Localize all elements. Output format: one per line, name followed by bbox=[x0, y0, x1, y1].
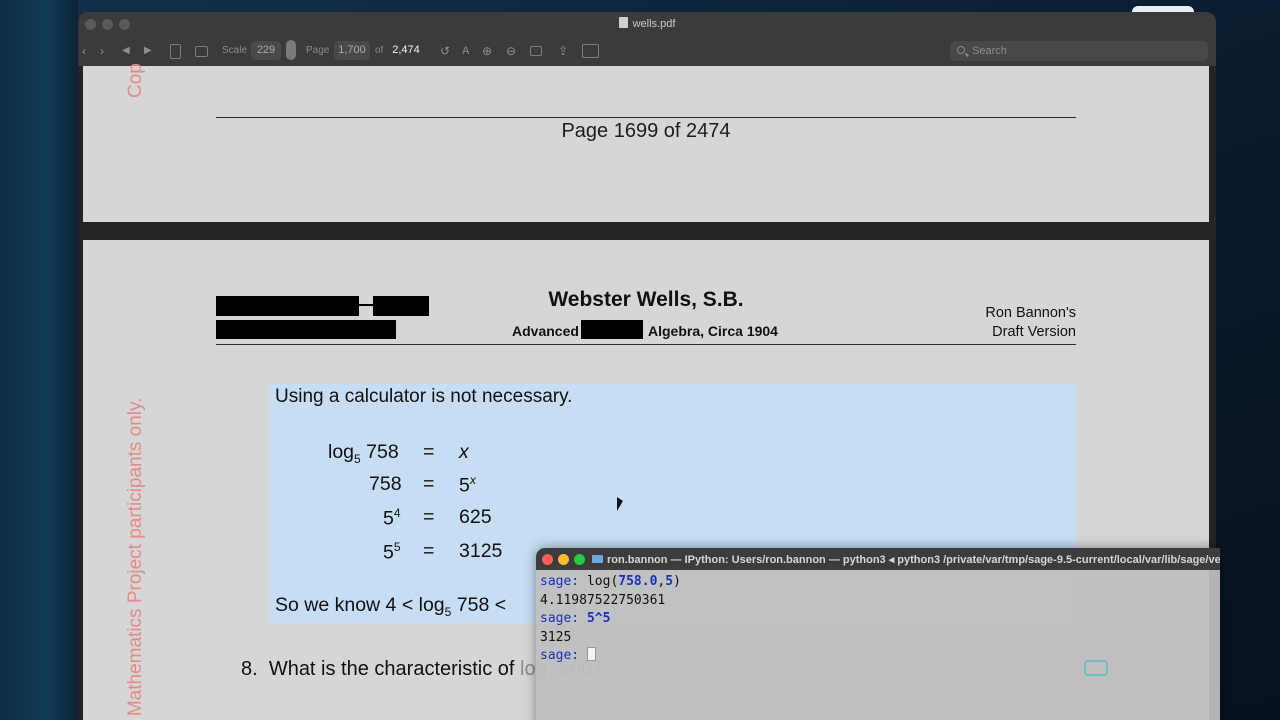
zoom-out-icon[interactable]: ⊖ bbox=[506, 42, 516, 60]
scale-stepper[interactable] bbox=[286, 40, 296, 60]
header-author-line1: Ron Bannon's bbox=[985, 305, 1076, 321]
equation-row-1-rel: = bbox=[423, 441, 435, 463]
code-number: 758.0 bbox=[618, 574, 658, 589]
rotate-icon[interactable]: ↺ bbox=[440, 42, 450, 60]
terminal-output-line: 4.11987522750361 bbox=[540, 592, 666, 608]
terminal-zoom-button[interactable] bbox=[574, 554, 585, 565]
eq-text: 5 bbox=[459, 474, 470, 497]
question-text: What is the characteristic of bbox=[268, 658, 515, 680]
page-label: Page bbox=[306, 45, 330, 56]
terminal-prompt: sage: bbox=[540, 611, 587, 626]
terminal-prompt: sage: bbox=[540, 648, 587, 663]
terminal-output-line: 3125 bbox=[540, 629, 572, 645]
terminal-title-bar[interactable]: ron.bannon — IPython: Users/ron.bannon —… bbox=[536, 548, 1220, 570]
highlight-icon[interactable] bbox=[530, 46, 542, 56]
back-icon[interactable]: ‹ bbox=[82, 42, 86, 60]
header-subtitle-right: Algebra, Circa 1904 bbox=[648, 323, 778, 339]
terminal-title-text: ron.bannon — IPython: Users/ron.bannon —… bbox=[607, 554, 1220, 566]
header-author-line2: Draft Version bbox=[992, 324, 1076, 340]
equation-row-4-rel: = bbox=[423, 540, 435, 562]
page-field[interactable]: 1,700 bbox=[334, 41, 370, 60]
equation-row-2-rel: = bbox=[423, 473, 435, 495]
search-icon bbox=[957, 46, 965, 54]
watermark-text: Cop bbox=[125, 63, 146, 98]
header-subtitle-left: Advanced bbox=[512, 323, 579, 339]
share-icon[interactable]: ⇪ bbox=[558, 42, 568, 60]
eq-text: 758 bbox=[360, 441, 399, 463]
eq-subscript: 5 bbox=[354, 451, 361, 466]
scale-field[interactable]: 229 bbox=[251, 41, 281, 60]
search-placeholder: Search bbox=[972, 45, 1007, 57]
page-footer: Page 1699 of 2474 bbox=[561, 120, 731, 142]
pdf-page-previous: Cop Page 1699 of 2474 bbox=[83, 63, 1209, 222]
terminal-output[interactable]: sage: log(758.0,5) 4.11987522750361 sage… bbox=[540, 573, 681, 666]
terminal-minimize-button[interactable] bbox=[558, 554, 569, 565]
answer-conclusion: So we know 4 < log5 758 < bbox=[275, 594, 506, 619]
redaction-bar bbox=[581, 320, 643, 339]
terminal-input-line: sage: 5^5 bbox=[540, 610, 681, 629]
redaction-bar bbox=[216, 320, 396, 339]
eq-text: 5 bbox=[383, 507, 394, 530]
terminal-window[interactable]: ron.bannon — IPython: Users/ron.bannon —… bbox=[536, 548, 1220, 720]
view-mode-icon[interactable] bbox=[582, 44, 599, 58]
zoom-in-icon[interactable]: ⊕ bbox=[482, 42, 492, 60]
eq-text: log bbox=[328, 441, 355, 463]
equation-row-2-rhs: 5x bbox=[459, 473, 476, 498]
next-page-icon[interactable]: ▶ bbox=[144, 42, 152, 60]
header-author: Ron Bannon's Draft Version bbox=[985, 304, 1076, 342]
equation-row-1-lhs: log5 758 bbox=[328, 441, 399, 466]
code-text: log( bbox=[586, 574, 619, 589]
scale-label: Scale bbox=[222, 45, 248, 56]
equation-row-2-lhs: 758 bbox=[369, 473, 402, 495]
eq-superscript: x bbox=[469, 473, 476, 487]
watermark-text: n Mathematics Project participants only. bbox=[125, 397, 146, 720]
search-field[interactable]: Search bbox=[950, 41, 1208, 61]
toolbar: ‹ › ◀ ▶ Scale 229 Page 1,700 of 2,474 ↺ … bbox=[78, 36, 1216, 66]
eq-text: 5 bbox=[383, 541, 394, 564]
eq-superscript: 4 bbox=[393, 506, 401, 520]
text-cursor bbox=[586, 647, 596, 661]
previous-page-icon[interactable]: ◀ bbox=[122, 42, 130, 60]
of-label: of bbox=[375, 45, 384, 56]
mouse-pointer-icon bbox=[617, 497, 623, 511]
header-rule bbox=[216, 344, 1076, 345]
terminal-input-line: sage: log(758.0,5) bbox=[540, 573, 681, 592]
window-title-text: wells.pdf bbox=[632, 18, 676, 30]
terminal-current-line[interactable]: sage: bbox=[540, 647, 681, 666]
pdf-file-icon bbox=[618, 17, 628, 28]
page-total: 2,474 bbox=[392, 44, 420, 56]
equation-row-1-rhs: x bbox=[459, 441, 469, 463]
terminal-prompt: sage: bbox=[540, 574, 587, 589]
markup-icon[interactable]: A bbox=[462, 42, 469, 60]
equation-row-4-rhs: 3125 bbox=[459, 540, 503, 562]
equation-row-3-rel: = bbox=[423, 506, 435, 528]
question-number: 8. bbox=[241, 658, 258, 680]
eq-superscript: 5 bbox=[393, 540, 401, 554]
forward-icon[interactable]: › bbox=[100, 42, 104, 60]
equation-row-3-rhs: 625 bbox=[459, 506, 492, 528]
eq-text: 758 < bbox=[451, 594, 507, 616]
sidebar-icon[interactable] bbox=[170, 44, 181, 59]
desktop-left-strip bbox=[0, 0, 78, 720]
screen-icon bbox=[1084, 660, 1108, 676]
print-icon[interactable] bbox=[195, 46, 208, 57]
code-number: 5 bbox=[665, 574, 674, 589]
window-title: wells.pdf bbox=[78, 17, 1216, 30]
terminal-close-button[interactable] bbox=[542, 554, 553, 565]
code-number: 5^5 bbox=[586, 611, 611, 626]
equation-row-3-lhs: 54 bbox=[383, 506, 401, 531]
eq-text: So we know 4 < log bbox=[275, 594, 445, 616]
equation-row-4-lhs: 55 bbox=[383, 540, 401, 565]
terminal-title: ron.bannon — IPython: Users/ron.bannon —… bbox=[592, 553, 1220, 566]
answer-intro: Using a calculator is not necessary. bbox=[275, 386, 573, 407]
code-text: ) bbox=[673, 574, 681, 589]
footer-rule bbox=[216, 117, 1076, 118]
folder-icon bbox=[592, 555, 603, 563]
title-bar[interactable]: wells.pdf bbox=[78, 12, 1216, 36]
